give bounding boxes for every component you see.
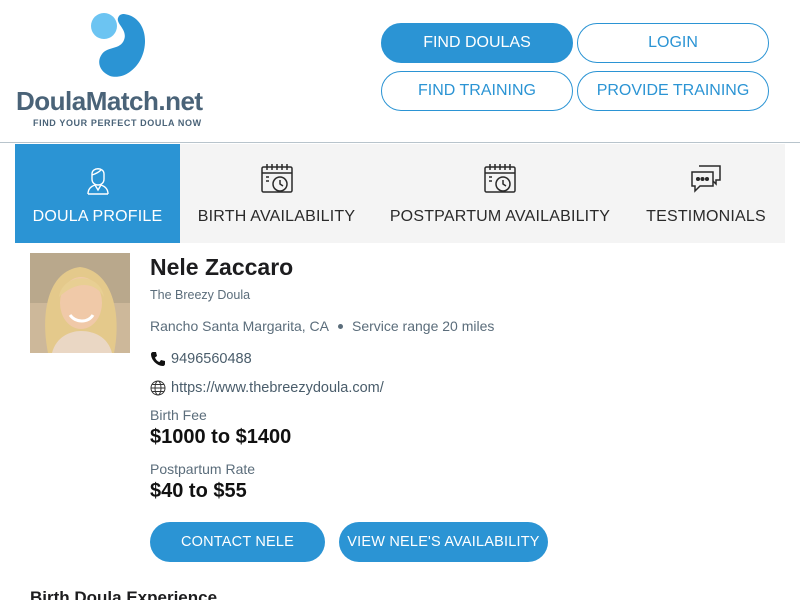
- site-header: DoulaMatch.net FIND YOUR PERFECT DOULA N…: [0, 0, 800, 143]
- phone-row[interactable]: 9496560488: [150, 351, 252, 367]
- phone-icon: [151, 352, 165, 366]
- logo-tagline: FIND YOUR PERFECT DOULA NOW: [33, 118, 202, 128]
- business-name: The Breezy Doula: [150, 288, 251, 302]
- website-link[interactable]: https://www.thebreezydoula.com/: [171, 380, 384, 396]
- calendar-clock-icon: [260, 164, 293, 193]
- birth-fee-value: $1000 to $1400: [150, 426, 292, 448]
- doula-person-icon: [86, 168, 109, 195]
- view-availability-button[interactable]: VIEW NELE'S AVAILABILITY: [339, 522, 548, 562]
- logo-wordmark: DoulaMatch.net: [16, 86, 203, 116]
- tab-label: TESTIMONIALS: [646, 208, 766, 225]
- site-logo[interactable]: DoulaMatch.net FIND YOUR PERFECT DOULA N…: [16, 10, 216, 132]
- chat-bubbles-icon: [691, 165, 721, 193]
- calendar-clock-icon: [484, 164, 516, 193]
- postpartum-rate-label: Postpartum Rate: [150, 461, 256, 477]
- tab-label: POSTPARTUM AVAILABILITY: [389, 208, 611, 225]
- provide-training-button[interactable]: PROVIDE TRAINING: [577, 71, 769, 111]
- tab-testimonials[interactable]: TESTIMONIALS: [627, 144, 785, 243]
- birth-fee-label: Birth Fee: [150, 407, 207, 423]
- logo-mark-icon: [91, 13, 146, 77]
- tab-label: DOULA PROFILE: [32, 208, 163, 225]
- service-range-text: Service range 20 miles: [351, 318, 495, 334]
- tab-birth-availability[interactable]: BIRTH AVAILABILITY: [180, 144, 373, 243]
- location-row: Rancho Santa Margarita, CA Service range…: [150, 318, 494, 334]
- find-doulas-button[interactable]: FIND DOULAS: [381, 23, 573, 63]
- login-button[interactable]: LOGIN: [577, 23, 769, 63]
- globe-icon: [150, 380, 166, 396]
- website-row[interactable]: https://www.thebreezydoula.com/: [150, 380, 384, 396]
- tab-doula-profile[interactable]: DOULA PROFILE: [15, 144, 180, 243]
- profile-tabs: DOULA PROFILE BIRTH AVAILABILITY POSTPAR…: [15, 144, 785, 243]
- doula-portrait-image: [30, 253, 130, 353]
- find-training-button[interactable]: FIND TRAINING: [381, 71, 573, 111]
- doula-photo: [30, 253, 130, 353]
- birth-experience-heading: Birth Doula Experience: [30, 588, 218, 600]
- tab-postpartum-availability[interactable]: POSTPARTUM AVAILABILITY: [373, 144, 627, 243]
- phone-number[interactable]: 9496560488: [171, 351, 252, 367]
- postpartum-rate-value: $40 to $55: [150, 480, 247, 502]
- tab-label: BIRTH AVAILABILITY: [197, 208, 356, 225]
- separator-dot: [337, 323, 343, 329]
- doula-name: Nele Zaccaro: [150, 254, 294, 280]
- contact-doula-button[interactable]: CONTACT NELE: [150, 522, 325, 562]
- location-text: Rancho Santa Margarita, CA: [150, 318, 329, 334]
